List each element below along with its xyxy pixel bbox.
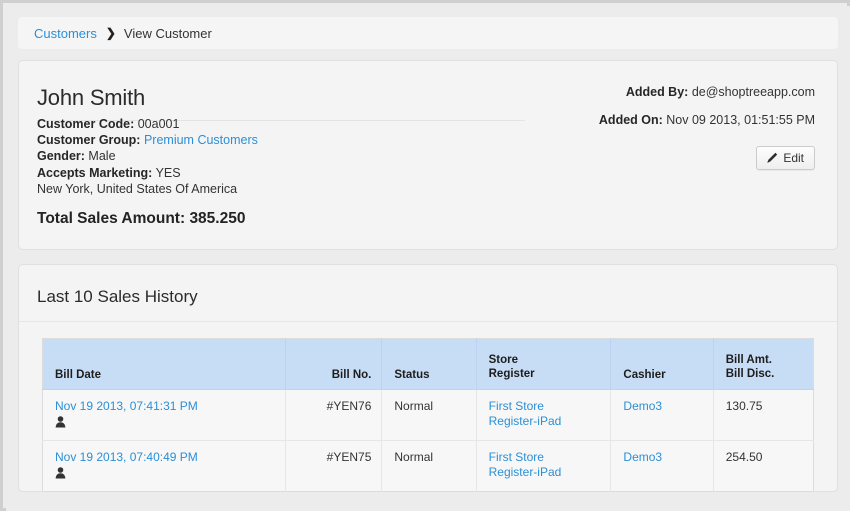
cell-status: Normal (381, 440, 477, 492)
column-header-amount-line1: Bill Amt. (725, 354, 772, 366)
table-row: Nov 19 2013, 07:41:31 PM #YEN76 Normal F… (42, 389, 814, 441)
cell-bill-date: Nov 19 2013, 07:41:31 PM (42, 389, 286, 441)
cell-cashier: Demo3 (610, 440, 714, 492)
customer-field-code-value: 00a001 (137, 117, 180, 131)
customer-field-marketing-label: Accepts Marketing: (37, 165, 153, 180)
column-header-amount-line2: Bill Disc. (725, 368, 775, 380)
cell-bill-no: #YEN75 (285, 440, 383, 492)
cell-store-register: First Store Register-iPad (476, 440, 612, 492)
page-content: Customers ❯ View Customer John Smith Cus… (6, 6, 850, 511)
cell-status: Normal (381, 389, 477, 441)
cashier-link[interactable]: Demo3 (623, 399, 662, 413)
added-on-row: Added On: Nov 09 2013, 01:51:55 PM (535, 113, 815, 127)
store-link[interactable]: First Store (489, 450, 601, 465)
sales-history-title: Last 10 Sales History (37, 287, 198, 306)
cell-bill-amount: 130.75 (713, 389, 814, 441)
column-header-cashier[interactable]: Cashier (610, 338, 714, 390)
added-on-value: Nov 09 2013, 01:51:55 PM (666, 113, 815, 127)
register-link[interactable]: Register-iPad (489, 465, 601, 480)
customer-field-group-label: Customer Group: (37, 133, 141, 148)
customer-address: New York, United States Of America (37, 181, 238, 196)
column-header-status[interactable]: Status (381, 338, 477, 390)
column-header-store-register[interactable]: Store Register (476, 338, 612, 390)
customer-person-icon (55, 416, 66, 428)
sales-title-divider (19, 321, 837, 322)
customer-detail-panel: John Smith Customer Code: 00a001 Custome… (18, 60, 838, 250)
cell-bill-date: Nov 19 2013, 07:40:49 PM (42, 440, 286, 492)
customer-person-icon (55, 467, 66, 479)
total-sales-value: 385.250 (189, 210, 246, 227)
pencil-icon (766, 152, 778, 164)
chevron-right-icon: ❯ (105, 26, 116, 40)
breadcrumb-current: View Customer (123, 25, 212, 41)
added-by-row: Added By: de@shoptreeapp.com (535, 85, 815, 99)
cell-bill-amount: 254.50 (713, 440, 814, 492)
cell-store-register: First Store Register-iPad (476, 389, 612, 441)
cell-bill-no: #YEN76 (285, 389, 383, 441)
customer-fields: Customer Code: 00a001 Customer Group: Pr… (37, 116, 258, 197)
cell-cashier: Demo3 (610, 389, 714, 441)
page-title: John Smith (37, 85, 146, 110)
register-link[interactable]: Register-iPad (489, 414, 601, 429)
customer-field-code-label: Customer Code: (37, 117, 135, 131)
customer-field-code: Customer Code: 00a001 (37, 116, 258, 132)
edit-button[interactable]: Edit (756, 146, 815, 170)
browser-frame: Customers ❯ View Customer John Smith Cus… (0, 0, 850, 511)
column-header-bill-no[interactable]: Bill No. (285, 338, 383, 390)
sales-history-table: Bill Date Bill No. Status Store Register… (42, 338, 814, 492)
customer-field-gender-value: Male (88, 149, 116, 164)
customer-field-gender: Gender: Male (37, 148, 258, 164)
table-header-row: Bill Date Bill No. Status Store Register… (42, 338, 814, 390)
cashier-link[interactable]: Demo3 (623, 450, 662, 464)
breadcrumb: Customers ❯ View Customer (18, 17, 838, 49)
added-by-label: Added By: (625, 85, 689, 99)
edit-button-label: Edit (783, 151, 804, 165)
customer-field-gender-label: Gender: (37, 149, 85, 164)
customer-field-marketing: Accepts Marketing: YES (37, 165, 258, 181)
table-row: Nov 19 2013, 07:40:49 PM #YEN75 Normal F… (42, 440, 814, 492)
customer-group-link[interactable]: Premium Customers (144, 133, 258, 147)
bill-date-link[interactable]: Nov 19 2013, 07:41:31 PM (55, 399, 275, 414)
bill-date-link[interactable]: Nov 19 2013, 07:40:49 PM (55, 450, 275, 465)
total-sales-amount: Total Sales Amount: 385.250 (37, 210, 245, 228)
column-header-store-line1: Store (488, 354, 519, 366)
customer-meta: Added By: de@shoptreeapp.com Added On: N… (535, 85, 815, 141)
total-sales-label: Total Sales Amount: (37, 210, 186, 227)
store-link[interactable]: First Store (489, 399, 601, 414)
added-by-value: de@shoptreeapp.com (691, 85, 815, 99)
breadcrumb-link-customers[interactable]: Customers (34, 26, 97, 41)
column-header-bill-date[interactable]: Bill Date (42, 338, 286, 390)
added-on-label: Added On: (598, 113, 663, 127)
column-header-bill-amount[interactable]: Bill Amt. Bill Disc. (713, 338, 814, 390)
column-header-store-line2: Register (488, 368, 535, 380)
sales-history-panel: Last 10 Sales History Bill Date Bill No.… (18, 264, 838, 492)
customer-field-marketing-value: YES (155, 165, 181, 180)
customer-field-group: Customer Group: Premium Customers (37, 132, 258, 148)
